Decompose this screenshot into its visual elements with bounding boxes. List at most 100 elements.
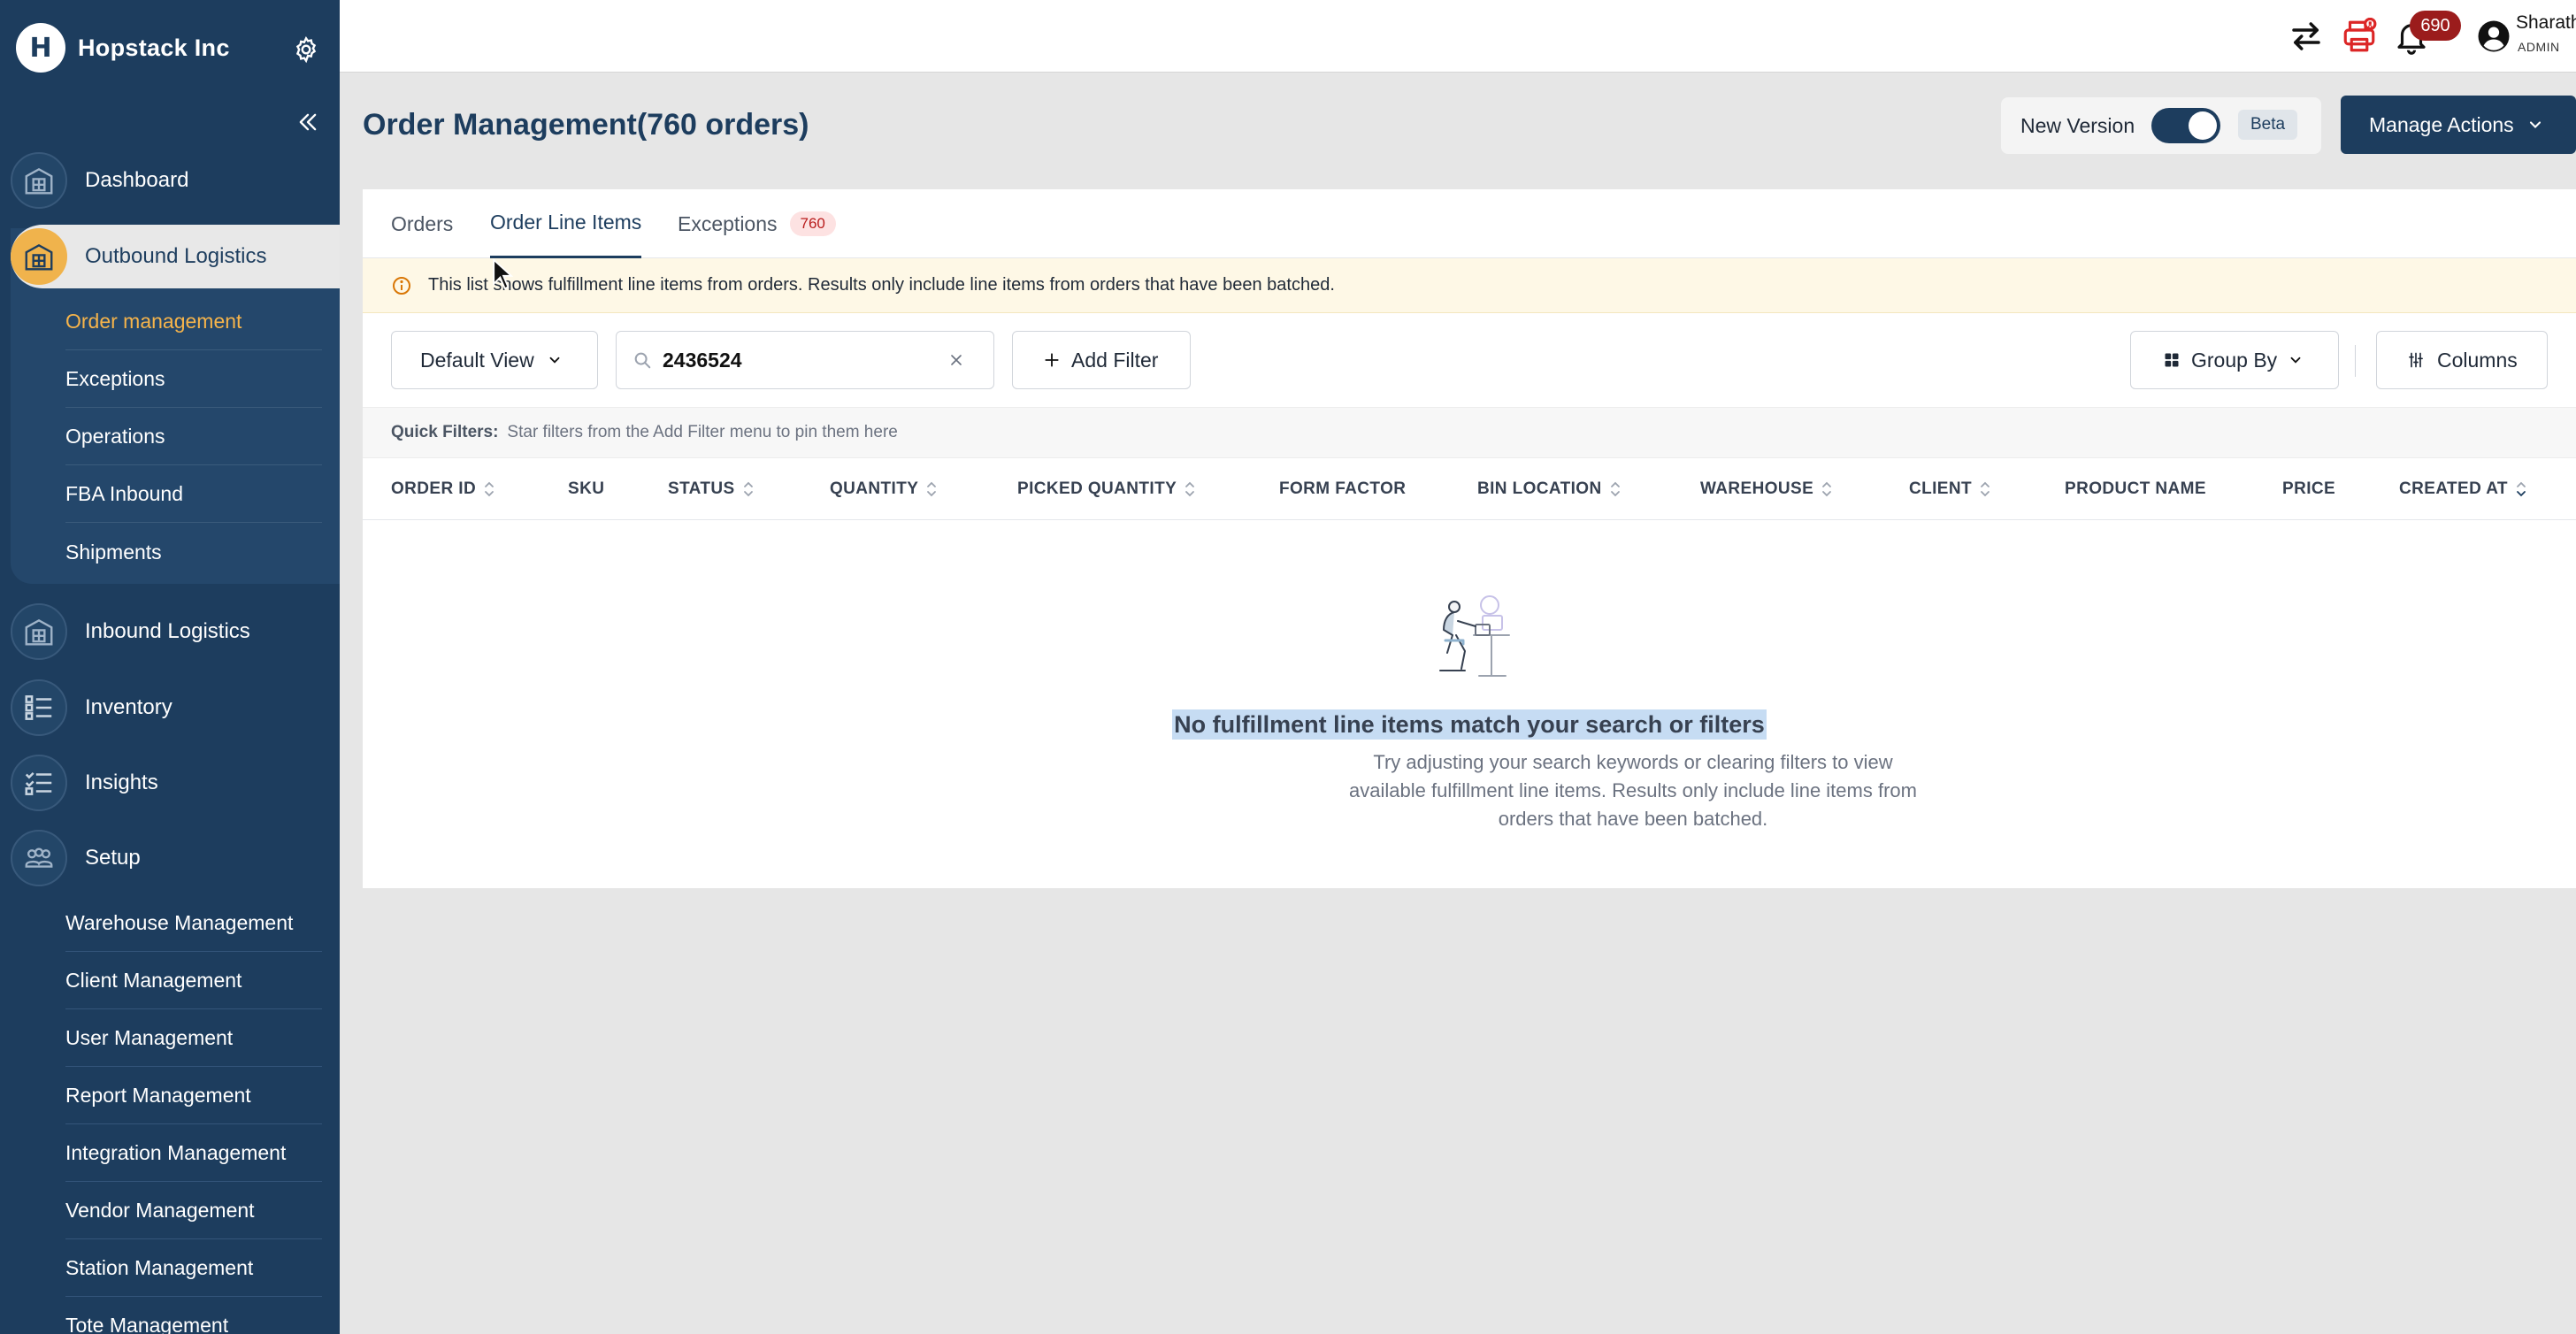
tab-order-line-items[interactable]: Order Line Items bbox=[490, 189, 642, 258]
quick-filters-hint: Star filters from the Add Filter menu to… bbox=[507, 423, 898, 441]
sidebar-item-tote-management[interactable]: Tote Management bbox=[65, 1298, 322, 1334]
add-filter-button[interactable]: Add Filter bbox=[1012, 331, 1191, 389]
quick-filters-label: Quick Filters: bbox=[391, 423, 499, 441]
nav-setup-label: Setup bbox=[85, 846, 141, 870]
tab-bar: Orders Order Line Items Exceptions 760 bbox=[363, 189, 2576, 258]
grid-icon bbox=[2165, 353, 2179, 367]
user-name[interactable]: Sharath bbox=[2516, 12, 2576, 34]
exceptions-count-badge: 760 bbox=[789, 211, 836, 236]
sidebar-item-shipments[interactable]: Shipments bbox=[65, 524, 322, 580]
top-bar bbox=[340, 0, 2576, 73]
default-view-label: Default View bbox=[420, 348, 534, 372]
nav-inventory-label: Inventory bbox=[85, 695, 172, 719]
col-created-at[interactable]: CREATED AT bbox=[2399, 458, 2527, 520]
sidebar-item-fba-inbound[interactable]: FBA Inbound bbox=[65, 466, 322, 523]
tab-exceptions[interactable]: Exceptions 760 bbox=[678, 189, 836, 258]
sidebar-item-station-management[interactable]: Station Management bbox=[65, 1240, 322, 1297]
nav-insights-label: Insights bbox=[85, 770, 158, 794]
controls-divider bbox=[2355, 345, 2356, 377]
chevron-down-icon bbox=[549, 356, 560, 364]
nav-inbound-label: Inbound Logistics bbox=[85, 619, 250, 643]
sidebar-item-report-management[interactable]: Report Management bbox=[65, 1068, 322, 1124]
quick-filters-bar: Quick Filters: Star filters from the Add… bbox=[363, 407, 2576, 458]
sidebar-item-exceptions[interactable]: Exceptions bbox=[65, 351, 322, 408]
nav-outbound-logistics[interactable]: Outbound Logistics bbox=[11, 225, 340, 288]
nav-outbound-label: Outbound Logistics bbox=[85, 244, 267, 268]
people-icon bbox=[11, 830, 67, 886]
page-title: Order Management(760 orders) bbox=[363, 108, 809, 142]
sort-icon bbox=[1185, 481, 1195, 497]
col-quantity[interactable]: QUANTITY bbox=[830, 458, 938, 520]
building-icon bbox=[11, 603, 67, 660]
gear-icon[interactable] bbox=[292, 35, 320, 64]
notification-badge: 690 bbox=[2410, 11, 2461, 41]
beta-badge: Beta bbox=[2238, 110, 2298, 140]
search-icon bbox=[634, 352, 651, 369]
col-form-factor[interactable]: FORM FACTOR bbox=[1279, 458, 1406, 520]
col-price[interactable]: PRICE bbox=[2282, 458, 2335, 520]
sort-icon bbox=[1822, 481, 1832, 497]
columns-button[interactable]: Columns bbox=[2376, 331, 2548, 389]
building-icon bbox=[11, 152, 67, 209]
sidebar-item-vendor-management[interactable]: Vendor Management bbox=[65, 1183, 322, 1239]
col-status[interactable]: STATUS bbox=[668, 458, 755, 520]
printer-alert-icon[interactable] bbox=[2341, 18, 2378, 55]
chevron-down-icon bbox=[2290, 356, 2301, 364]
sort-icon bbox=[1610, 481, 1620, 497]
clear-search-icon[interactable] bbox=[947, 351, 965, 369]
sidebar-item-integration-management[interactable]: Integration Management bbox=[65, 1125, 322, 1182]
sort-icon bbox=[2517, 481, 2526, 497]
sliders-icon bbox=[2409, 352, 2423, 368]
sidebar: H Hopstack Inc Dashboard Outbound Logist… bbox=[0, 0, 340, 1334]
col-sku[interactable]: SKU bbox=[568, 458, 604, 520]
col-bin-location[interactable]: BIN LOCATION bbox=[1477, 458, 1622, 520]
sort-icon bbox=[927, 481, 937, 497]
group-by-label: Group By bbox=[2191, 348, 2278, 372]
sidebar-item-client-management[interactable]: Client Management bbox=[65, 953, 322, 1009]
checklist-icon bbox=[11, 679, 67, 736]
chevron-down-icon bbox=[2529, 121, 2541, 128]
sidebar-item-operations[interactable]: Operations bbox=[65, 409, 322, 465]
add-filter-label: Add Filter bbox=[1071, 348, 1159, 372]
col-warehouse[interactable]: WAREHOUSE bbox=[1700, 458, 1833, 520]
sort-icon bbox=[743, 481, 753, 497]
tab-orders[interactable]: Orders bbox=[391, 189, 453, 258]
new-version-toggle-group: New Version Beta bbox=[2001, 97, 2321, 154]
nav-inventory[interactable]: Inventory bbox=[11, 676, 172, 740]
user-avatar-icon[interactable] bbox=[2475, 18, 2512, 55]
manage-actions-label: Manage Actions bbox=[2369, 112, 2514, 136]
brand-name: Hopstack Inc bbox=[78, 34, 230, 61]
sidebar-item-order-management[interactable]: Order management bbox=[65, 294, 322, 350]
col-order-id[interactable]: ORDER ID bbox=[391, 458, 495, 520]
nav-setup[interactable]: Setup bbox=[11, 826, 141, 890]
search-box bbox=[616, 331, 994, 389]
brand[interactable]: H Hopstack Inc bbox=[16, 23, 230, 73]
nav-inbound-logistics[interactable]: Inbound Logistics bbox=[11, 600, 250, 663]
manage-actions-button[interactable]: Manage Actions bbox=[2341, 96, 2576, 154]
new-version-toggle[interactable] bbox=[2151, 108, 2220, 143]
search-input[interactable] bbox=[663, 348, 928, 372]
nav-insights[interactable]: Insights bbox=[11, 751, 158, 815]
toggle-knob bbox=[2189, 111, 2217, 140]
default-view-dropdown[interactable]: Default View bbox=[391, 331, 598, 389]
sort-icon bbox=[485, 481, 494, 497]
sidebar-item-warehouse-management[interactable]: Warehouse Management bbox=[65, 895, 322, 952]
nav-dashboard[interactable]: Dashboard bbox=[11, 149, 188, 212]
new-version-label: New Version bbox=[2020, 113, 2135, 137]
group-by-button[interactable]: Group By bbox=[2130, 331, 2339, 389]
col-product-name[interactable]: PRODUCT NAME bbox=[2065, 458, 2206, 520]
info-icon bbox=[393, 276, 410, 295]
brand-logo: H bbox=[16, 23, 65, 73]
col-picked-quantity[interactable]: PICKED QUANTITY bbox=[1017, 458, 1196, 520]
mouse-cursor-icon bbox=[493, 258, 514, 290]
empty-state-illustration-icon bbox=[1439, 595, 1510, 677]
col-client[interactable]: CLIENT bbox=[1909, 458, 1991, 520]
swap-arrows-icon[interactable] bbox=[2288, 18, 2325, 55]
collapse-sidebar-icon[interactable] bbox=[295, 110, 320, 134]
table-header: ORDER ID SKU STATUS QUANTITY PICKED QUAN… bbox=[363, 458, 2576, 520]
building-icon bbox=[11, 228, 67, 285]
user-role: ADMIN bbox=[2518, 40, 2560, 54]
tab-exceptions-label: Exceptions bbox=[678, 211, 778, 235]
info-banner: This list shows fulfillment line items f… bbox=[363, 258, 2576, 313]
sidebar-item-user-management[interactable]: User Management bbox=[65, 1010, 322, 1067]
